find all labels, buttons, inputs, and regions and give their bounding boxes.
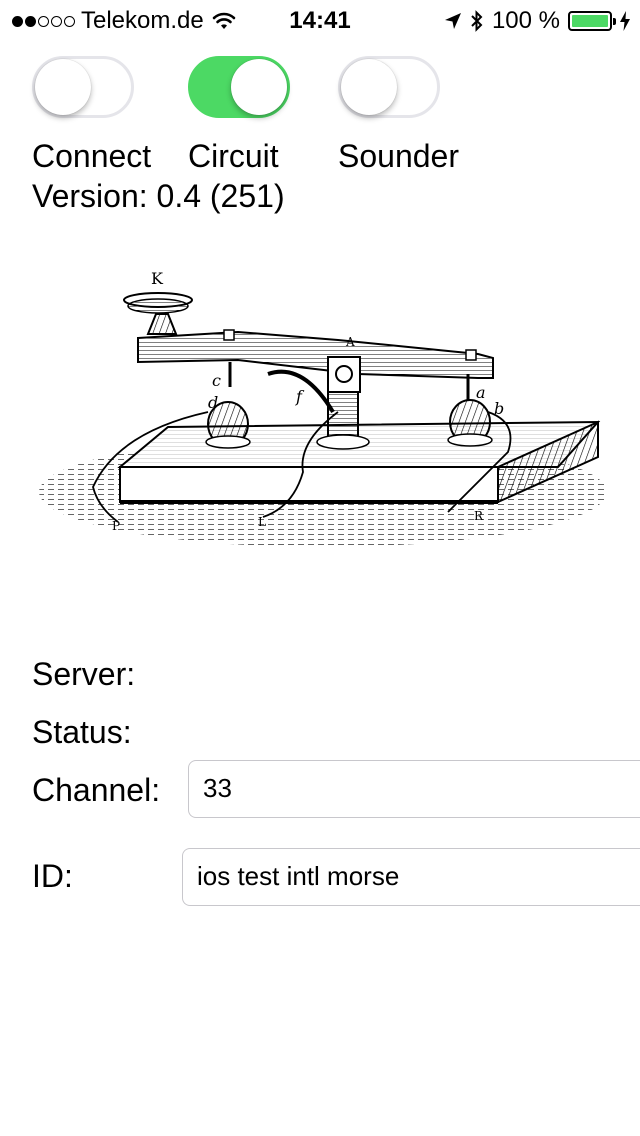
connect-label: Connect (32, 138, 152, 174)
id-label: ID: (32, 858, 73, 894)
status-bar-right: 100 % (444, 6, 630, 36)
battery-tip (613, 18, 616, 25)
battery-percentage: 100 % (491, 7, 560, 34)
circuit-label: Circuit (188, 138, 279, 174)
status-bar: Telekom.de 14:41 100 % (0, 0, 640, 40)
illustration-letter-b: b (494, 399, 504, 418)
illustration-letter-a-upper: A (345, 335, 355, 349)
id-input[interactable]: ios test intl morse (182, 848, 640, 906)
illustration-knob (123, 292, 193, 335)
switch-knob (341, 59, 397, 115)
bluetooth-icon (471, 10, 483, 32)
illustration-letter-k: K (151, 269, 164, 288)
illustration-letter-a: a (476, 383, 486, 402)
channel-input[interactable]: 33 (188, 760, 640, 818)
battery-fill (572, 15, 608, 27)
illustration-letter-c: c (212, 371, 221, 390)
sounder-label: Sounder (338, 138, 459, 174)
sounder-switch[interactable] (338, 56, 440, 118)
location-arrow-icon (444, 13, 461, 29)
illustration-letter-r: R (474, 509, 484, 523)
circuit-switch[interactable] (188, 56, 290, 118)
charging-bolt-icon (620, 11, 630, 31)
illustration-letter-d: d (208, 393, 218, 412)
illustration-lever (137, 329, 494, 414)
illustration-letter-f: f (295, 387, 305, 406)
illustration-letter-l: L (258, 515, 266, 529)
version-text: Version: 0.4 (251) (32, 178, 285, 214)
channel-label: Channel: (32, 772, 161, 808)
illustration-posts (205, 386, 493, 450)
battery-icon (568, 11, 616, 31)
illustration-letter-p: P (112, 519, 120, 533)
status-label: Status: (32, 714, 132, 750)
switch-knob (231, 59, 287, 115)
server-label: Server: (32, 656, 136, 692)
switch-knob (35, 59, 91, 115)
telegraph-key-illustration: K A c d f a b P L R (39, 269, 607, 547)
connect-switch[interactable] (32, 56, 134, 118)
